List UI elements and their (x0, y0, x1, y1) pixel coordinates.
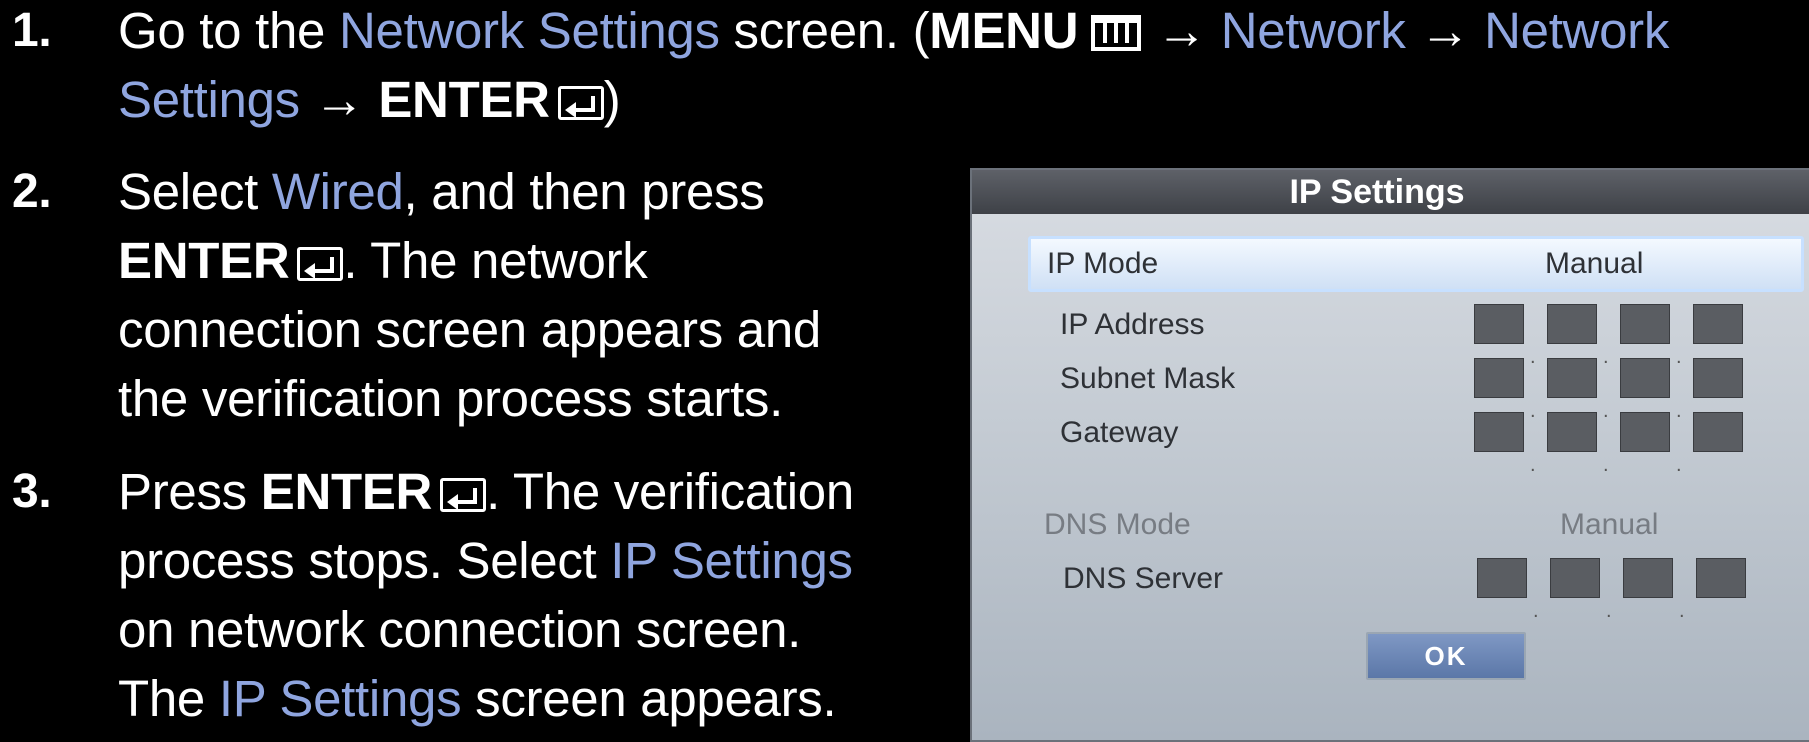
step-text-segment: the verification process starts. (118, 370, 784, 427)
step-text-segment: . The network (343, 232, 648, 289)
dialog-title: IP Settings (972, 170, 1809, 214)
step-text-segment: , and then press (403, 163, 765, 220)
gateway-row[interactable]: Gateway . . . (972, 408, 1809, 476)
dns-server-label: DNS Server (1063, 562, 1224, 595)
step-text-segment: → (299, 71, 379, 128)
step-line: the verification process starts. (118, 364, 821, 433)
octet-field[interactable] (1547, 304, 1597, 344)
octet-field[interactable] (1693, 358, 1743, 398)
enter-icon (297, 247, 344, 281)
step-text-segment: . The verification (486, 463, 854, 520)
step-text-segment: → (1405, 2, 1485, 59)
ok-button[interactable]: OK (1366, 632, 1526, 680)
step-text-segment: process stops. Select (118, 532, 611, 589)
step-text-segment: The (118, 670, 219, 727)
step-text-segment: screen appears. (461, 670, 837, 727)
highlighted-term: Network (1484, 2, 1670, 59)
octet-field[interactable] (1620, 412, 1670, 452)
step-line: Settings → ENTER) (118, 65, 1669, 134)
bold-term: ENTER (378, 71, 550, 128)
dns-mode-row[interactable]: DNS Mode Manual (972, 500, 1809, 550)
step-1: 1. Go to the Network Settings screen. (M… (0, 0, 1809, 136)
ip-mode-label: IP Mode (1047, 247, 1159, 280)
step-text-segment: Go to the (118, 2, 339, 59)
step-text-segment: on network connection screen. (118, 601, 802, 658)
highlighted-term: Network Settings (338, 2, 720, 59)
octet-field[interactable] (1474, 304, 1524, 344)
step-number: 1. (12, 4, 52, 57)
step-line: connection screen appears and (118, 295, 821, 364)
subnet-mask-row[interactable]: Subnet Mask . . . (972, 354, 1809, 422)
ip-mode-row[interactable]: IP Mode Manual (1028, 236, 1804, 292)
step-text: Select Wired, and then press ENTER . The n… (118, 157, 821, 433)
step-line: process stops. Select IP Settings (118, 526, 854, 595)
bold-term: ENTER (118, 232, 290, 289)
step-3: 3. Press ENTER . The verification process … (0, 457, 960, 737)
step-line: The IP Settings screen appears. (118, 664, 854, 733)
step-number: 2. (12, 165, 52, 218)
dns-mode-value: Manual (1560, 508, 1659, 541)
step-text: Go to the Network Settings screen. (MENU… (118, 0, 1669, 134)
step-line: Go to the Network Settings screen. (MENU… (118, 0, 1669, 65)
highlighted-term: Wired (271, 163, 404, 220)
step-text-segment: connection screen appears and (118, 301, 821, 358)
ip-mode-value: Manual (1545, 247, 1644, 280)
step-number: 3. (12, 465, 52, 518)
octet-field[interactable] (1547, 358, 1597, 398)
octet-field[interactable] (1693, 412, 1743, 452)
octet-field[interactable] (1623, 558, 1673, 598)
octet-field[interactable] (1693, 304, 1743, 344)
ip-settings-dialog: IP Settings IP Mode Manual IP Address . … (970, 168, 1809, 742)
bold-term: MENU (929, 2, 1079, 59)
octet-field[interactable] (1474, 412, 1524, 452)
menu-icon (1091, 15, 1142, 51)
ip-address-row[interactable]: IP Address . . . (972, 300, 1809, 368)
enter-icon (440, 478, 487, 512)
highlighted-term: IP Settings (218, 670, 462, 727)
step-line: on network connection screen. (118, 595, 854, 664)
octet-field[interactable] (1620, 304, 1670, 344)
step-text-segment: Press (118, 463, 261, 520)
octet-field[interactable] (1550, 558, 1600, 598)
step-text-segment: screen. ( (719, 2, 930, 59)
step-2: 2. Select Wired, and then press ENTER . Th… (0, 157, 960, 437)
step-text: Press ENTER . The verification process sto… (118, 457, 854, 733)
octet-field[interactable] (1620, 358, 1670, 398)
ip-address-label: IP Address (1060, 308, 1205, 341)
dns-server-row[interactable]: DNS Server . . . (972, 554, 1809, 622)
gateway-label: Gateway (1060, 416, 1179, 449)
bold-term: ENTER (260, 463, 433, 520)
step-line: ENTER . The network (118, 226, 821, 295)
octet-field[interactable] (1477, 558, 1527, 598)
subnet-mask-label: Subnet Mask (1060, 362, 1236, 395)
step-line: Press ENTER . The verification (118, 457, 854, 526)
octet-field[interactable] (1547, 412, 1597, 452)
highlighted-term: IP Settings (610, 532, 853, 589)
step-text-segment: → (1142, 2, 1221, 59)
step-line: Select Wired, and then press (118, 157, 821, 226)
highlighted-term: Settings (118, 71, 300, 128)
octet-field[interactable] (1696, 558, 1746, 598)
step-text-segment: Select (118, 163, 272, 220)
octet-field[interactable] (1474, 358, 1524, 398)
highlighted-term: Network (1220, 2, 1406, 59)
enter-icon (557, 86, 604, 120)
step-text-segment: ) (603, 71, 621, 128)
dns-mode-label: DNS Mode (1044, 508, 1191, 541)
